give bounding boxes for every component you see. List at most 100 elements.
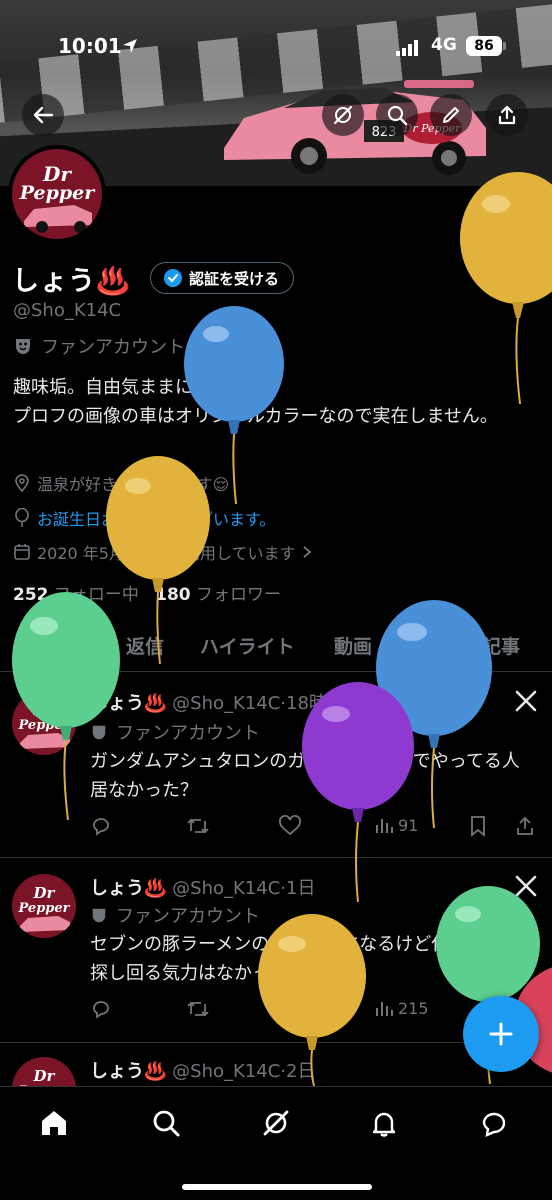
- birthday-row: お誕生日おめでとうございます。: [13, 506, 275, 530]
- get-verified-label: 認証を受ける: [189, 269, 280, 288]
- bell-icon: [372, 1112, 396, 1137]
- followers-count: 180: [155, 585, 191, 605]
- compose-post-button[interactable]: [463, 996, 539, 1072]
- tab-highlights[interactable]: ハイライト: [200, 632, 295, 659]
- location-arrow-icon: [123, 39, 137, 53]
- svg-text:Pepper: Pepper: [18, 901, 71, 916]
- theater-mask-icon: [92, 725, 106, 740]
- post-header: しょう♨️ @Sho_K14C·2日: [90, 1057, 315, 1083]
- tab-videos[interactable]: 動画: [334, 632, 372, 659]
- svg-text:Pepper: Pepper: [18, 718, 71, 733]
- chevron-right-icon[interactable]: [301, 545, 313, 559]
- followers-link[interactable]: 180 フォロワー: [155, 585, 281, 605]
- post-avatar[interactable]: DrPepper: [12, 691, 76, 755]
- post-time: ·2日: [280, 1061, 316, 1082]
- heart-icon: [279, 815, 301, 836]
- search-icon: [387, 105, 408, 126]
- bio-line-1: 趣味垢。自由気ままに。: [13, 377, 211, 398]
- post-text: セブンの豚ラーメンの増量の気になるけど仕事帰りで探し回る気力はなかった: [90, 934, 522, 984]
- calendar-icon: [14, 544, 30, 560]
- signal-icon: [396, 40, 418, 56]
- post-account-type: ファンアカウント: [90, 719, 260, 745]
- grok-button[interactable]: [322, 94, 364, 136]
- post-account-type: ファンアカウント: [90, 902, 260, 928]
- tab-media[interactable]: 画像: [408, 632, 446, 659]
- share-icon: [517, 816, 533, 835]
- reply-button[interactable]: [90, 998, 112, 1020]
- pencil-icon: [443, 107, 459, 123]
- tab-posts[interactable]: ポスト: [32, 632, 89, 659]
- edit-button[interactable]: [430, 94, 472, 136]
- svg-text:Dr: Dr: [33, 884, 56, 902]
- post-author-name[interactable]: しょう♨️: [90, 1061, 166, 1082]
- tab-replies[interactable]: 返信: [126, 632, 164, 659]
- nav-home[interactable]: [34, 1103, 74, 1143]
- heart-icon: [279, 998, 301, 1019]
- get-verified-button[interactable]: 認証を受ける: [150, 262, 295, 294]
- views-button[interactable]: 91: [374, 815, 418, 835]
- balloon-yellow-1: [460, 172, 552, 404]
- tab-articles[interactable]: 記事: [482, 632, 520, 659]
- joined-row: 2020 年5月からXを利用しています: [13, 540, 313, 564]
- battery-cap: [503, 42, 506, 50]
- post-author-name[interactable]: しょう♨️: [90, 878, 166, 899]
- home-icon: [42, 1111, 66, 1135]
- views-button[interactable]: 215: [374, 998, 429, 1018]
- post-header: しょう♨️ @Sho_K14C·18時間: [90, 689, 345, 715]
- location-pin-icon: [15, 474, 29, 492]
- post-1[interactable]: Dr Pepper しょう♨️ @Sho_K14C·18時間 ファンアカウント ガ…: [0, 673, 552, 858]
- dr-pepper-avatar-image: DrPepper: [12, 874, 76, 938]
- like-button[interactable]: 2: [278, 998, 316, 1020]
- profile-avatar[interactable]: Dr Pepper: [8, 145, 106, 243]
- post-avatar[interactable]: DrPepper: [12, 874, 76, 938]
- search-button[interactable]: [376, 94, 418, 136]
- birthday-text[interactable]: お誕生日おめでとうございます。: [37, 506, 275, 530]
- post-author-name[interactable]: しょう♨️: [90, 693, 166, 714]
- home-indicator: [182, 1184, 372, 1190]
- share-button[interactable]: [486, 94, 528, 136]
- post-handle[interactable]: @Sho_K14C: [172, 693, 280, 714]
- views-bar-icon: [376, 819, 393, 833]
- followers-label: フォロワー: [196, 585, 282, 605]
- share-post-button[interactable]: [514, 815, 536, 837]
- back-button[interactable]: [22, 94, 64, 136]
- following-link[interactable]: 252 フォロー中: [13, 585, 139, 605]
- account-type-label: ファンアカウント: [41, 337, 185, 358]
- post-handle[interactable]: @Sho_K14C: [172, 1061, 280, 1082]
- location-text: 温泉が好きではないです😌: [37, 475, 230, 494]
- post-handle[interactable]: @Sho_K14C: [172, 878, 280, 899]
- x-logo-icon: [515, 690, 537, 712]
- post-header: しょう♨️ @Sho_K14C·1日: [90, 874, 315, 900]
- post-actions: 91: [90, 815, 540, 839]
- post-text: ガンダムアシュタロンのガンプラを自作でやってる人居なかった？: [90, 751, 520, 801]
- back-arrow-icon: [33, 106, 54, 124]
- post-account-type-label: ファンアカウント: [116, 906, 260, 927]
- theater-mask-icon: [16, 339, 30, 354]
- nav-grok[interactable]: [256, 1103, 296, 1143]
- repost-icon: [187, 1001, 209, 1017]
- profile-bio: 趣味垢。自由気ままに。 プロフの画像の車はオリジナルカラーなので実在しません。: [13, 373, 533, 431]
- status-bar: 10:01 4G 86: [0, 28, 552, 62]
- views-count: 91: [398, 815, 419, 835]
- profile-tabs: ポスト 返信 ハイライト 動画 画像 記事: [0, 620, 552, 672]
- repost-button[interactable]: [186, 815, 210, 837]
- theater-mask-icon: [92, 908, 106, 923]
- reply-button[interactable]: [90, 815, 112, 837]
- svg-text:Pepper: Pepper: [19, 182, 97, 204]
- profile-name: しょう♨️: [12, 266, 131, 297]
- nav-messages[interactable]: [474, 1103, 514, 1143]
- dr-pepper-avatar-image: DrPepper: [12, 691, 76, 755]
- like-button[interactable]: [278, 815, 302, 837]
- location-row: 温泉が好きではないです😌: [13, 471, 229, 495]
- bookmark-button[interactable]: [468, 815, 488, 837]
- nav-notifications[interactable]: [364, 1103, 404, 1143]
- post-time: ·18時間: [280, 693, 345, 714]
- reply-icon: [93, 1001, 109, 1019]
- joined-text: 2020 年5月からXを利用しています: [37, 544, 296, 563]
- follow-stats: 252 フォロー中 180 フォロワー: [13, 580, 281, 605]
- battery-level: 86: [466, 36, 502, 56]
- balloon-icon: [15, 508, 29, 527]
- nav-search[interactable]: [146, 1103, 186, 1143]
- post-time: ·1日: [280, 878, 316, 899]
- repost-button[interactable]: [186, 998, 210, 1020]
